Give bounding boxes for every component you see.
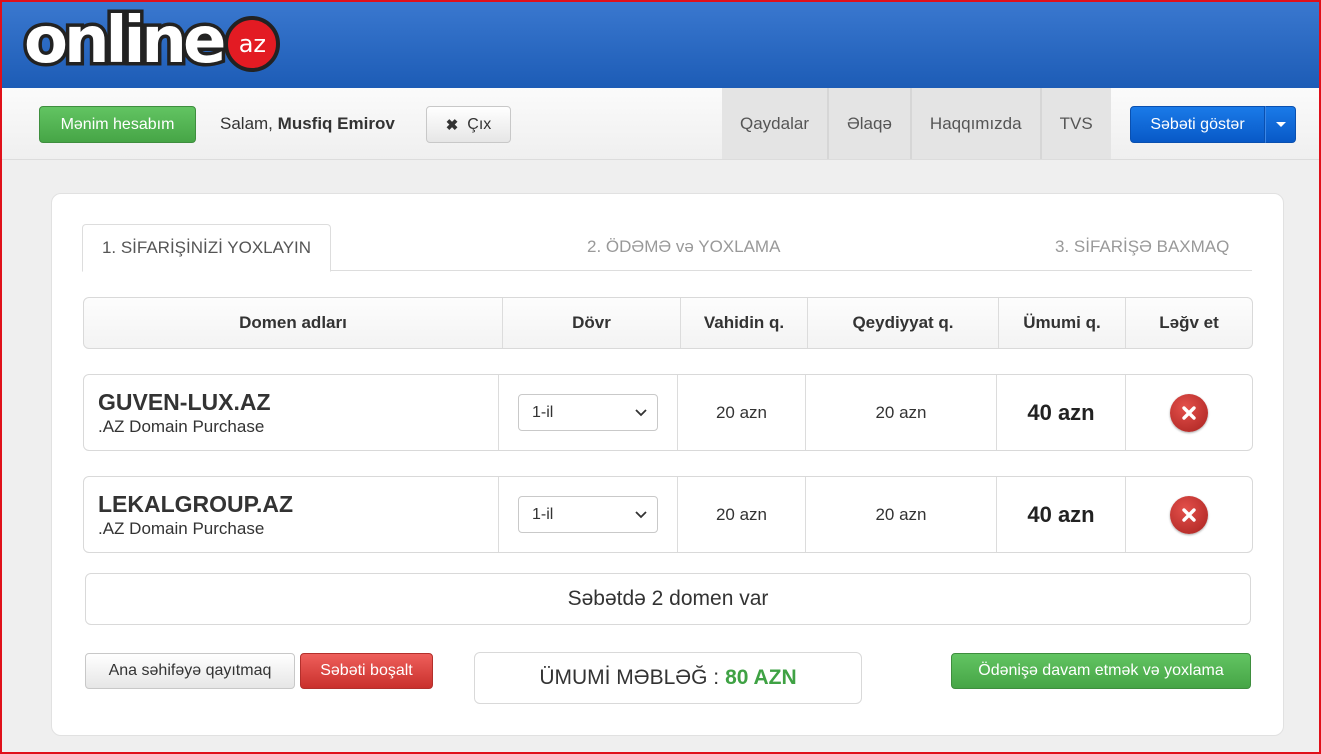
period-select[interactable]: 1-il bbox=[518, 496, 658, 533]
checkout-button[interactable]: Ödənişə davam etmək və yoxlama bbox=[951, 653, 1251, 689]
logo-text: online bbox=[20, 4, 229, 78]
caret-down-icon bbox=[1275, 122, 1286, 127]
domain-cell: GUVEN-LUX.AZ .AZ Domain Purchase bbox=[84, 375, 499, 450]
site-logo[interactable]: online az bbox=[20, 4, 281, 78]
site-header: online az bbox=[2, 2, 1319, 88]
registration-price: 20 azn bbox=[806, 477, 997, 552]
cancel-x-mark bbox=[1182, 405, 1196, 420]
period-select[interactable]: 1-il bbox=[518, 394, 658, 431]
domain-cell: LEKALGROUP.AZ .AZ Domain Purchase bbox=[84, 477, 499, 552]
period-value: 1-il bbox=[532, 403, 554, 421]
table-header: Domen adları Dövr Vahidin q. Qeydiyyat q… bbox=[83, 297, 1253, 349]
header-domain: Domen adları bbox=[84, 298, 503, 348]
cancel-x-mark bbox=[1182, 507, 1196, 522]
domain-description: .AZ Domain Purchase bbox=[98, 518, 265, 538]
nav-bar bbox=[2, 88, 1319, 160]
period-cell: 1-il bbox=[499, 477, 678, 552]
chevron-down-icon bbox=[635, 510, 647, 518]
period-value: 1-il bbox=[532, 505, 554, 523]
nav-link-contact[interactable]: Əlaqə bbox=[828, 88, 912, 159]
domain-name: GUVEN-LUX.AZ bbox=[98, 388, 271, 415]
logo-badge: az bbox=[224, 16, 281, 72]
user-name: Musfiq Emirov bbox=[277, 114, 395, 133]
cart-count-summary: Səbətdə 2 domen var bbox=[85, 573, 1251, 625]
domain-description: .AZ Domain Purchase bbox=[98, 416, 265, 436]
registration-price: 20 azn bbox=[806, 375, 997, 450]
header-cancel: Ləğv et bbox=[1159, 313, 1219, 332]
grand-total-box: ÜMUMİ MƏBLƏĞ : 80 AZN bbox=[474, 652, 862, 704]
grand-total-value: 80 AZN bbox=[725, 666, 797, 689]
nav-link-tvs[interactable]: TVS bbox=[1041, 88, 1111, 159]
header-unit-price: Vahidin q. bbox=[681, 298, 808, 348]
tab-view-order[interactable]: 3. SİFARİŞƏ BAXMAQ bbox=[1055, 237, 1229, 257]
grand-total-label: ÜMUMİ MƏBLƏĞ : bbox=[539, 666, 720, 689]
header-total: Ümumi q. bbox=[999, 298, 1126, 348]
show-cart-button[interactable]: Səbəti göstər bbox=[1130, 106, 1265, 143]
greeting: Salam, Musfiq Emirov bbox=[220, 114, 395, 134]
tab-review-order[interactable]: 1. SİFARİŞİNİZİ YOXLAYIN bbox=[82, 224, 331, 272]
cancel-cell bbox=[1126, 477, 1252, 552]
table-row: GUVEN-LUX.AZ .AZ Domain Purchase 1-il 20… bbox=[83, 374, 1253, 451]
period-cell: 1-il bbox=[499, 375, 678, 450]
nav-link-rules[interactable]: Qaydalar bbox=[722, 88, 829, 159]
table-row: LEKALGROUP.AZ .AZ Domain Purchase 1-il 2… bbox=[83, 476, 1253, 553]
tab-payment[interactable]: 2. ÖDƏMƏ və YOXLAMA bbox=[587, 237, 780, 257]
logout-label: Çıx bbox=[467, 115, 492, 133]
greeting-prefix: Salam, bbox=[220, 114, 273, 133]
nav-link-about[interactable]: Haqqımızda bbox=[911, 88, 1042, 159]
domain-name: LEKALGROUP.AZ bbox=[98, 490, 294, 517]
back-to-home-button[interactable]: Ana səhifəyə qayıtmaq bbox=[85, 653, 295, 689]
cart-dropdown-toggle[interactable] bbox=[1265, 106, 1296, 143]
chevron-down-icon bbox=[635, 408, 647, 416]
cancel-circle-icon[interactable] bbox=[1170, 393, 1208, 432]
close-x-icon: ✖ bbox=[445, 116, 459, 134]
logout-button[interactable]: ✖ Çıx bbox=[426, 106, 511, 143]
unit-price: 20 azn bbox=[678, 375, 806, 450]
unit-price: 20 azn bbox=[678, 477, 806, 552]
header-period: Dövr bbox=[503, 298, 681, 348]
cancel-circle-icon[interactable] bbox=[1170, 495, 1208, 534]
row-total: 40 azn bbox=[997, 477, 1126, 552]
row-total: 40 azn bbox=[997, 375, 1126, 450]
nav-links: Qaydalar Əlaqə Haqqımızda TVS bbox=[722, 88, 1111, 159]
header-registration-price: Qeydiyyat q. bbox=[808, 298, 999, 348]
cancel-cell bbox=[1126, 375, 1252, 450]
empty-cart-button[interactable]: Səbəti boşalt bbox=[300, 653, 433, 689]
my-account-button[interactable]: Mənim hesabım bbox=[39, 106, 196, 143]
